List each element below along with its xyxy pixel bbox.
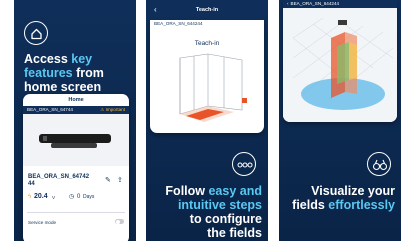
voltage-icon: ϟ xyxy=(28,194,32,200)
device-bar[interactable]: BEA_ORA_SN_644244 xyxy=(150,20,264,28)
days-unit: Days xyxy=(83,194,95,200)
voltage-unit: V xyxy=(52,195,56,200)
headline-visualize-fields: Visualize your fields effortlessly xyxy=(292,184,395,212)
panel-home-screen: Access key features from home screen Hom… xyxy=(14,0,136,241)
panel-visualize: ‹ BEA_ORA_SN_644244 Visualize your fields… xyxy=(279,0,401,241)
device-bar[interactable]: ‹ BEA_ORA_SN_644244 xyxy=(283,0,397,8)
device-bar[interactable]: BEA_ORA_SN_64744 ⚠ Important xyxy=(23,106,129,114)
steps-icon xyxy=(237,162,253,168)
phone-visualize: ‹ BEA_ORA_SN_644244 xyxy=(283,0,397,122)
headline-follow-steps: Follow easy and intuitive steps to confi… xyxy=(165,184,262,240)
teach-in-nav-bar: ‹ Teach-in xyxy=(150,0,264,22)
binoculars-icon-badge xyxy=(367,152,391,176)
3d-field-visualization xyxy=(283,8,397,122)
binoculars-icon xyxy=(372,159,388,171)
sensor-image xyxy=(23,114,129,166)
home-icon-badge xyxy=(24,21,48,45)
days-value: 0 xyxy=(77,194,81,200)
screen-title: Home xyxy=(68,97,84,103)
divider xyxy=(27,212,125,213)
phone-teach-in: BEA_ORA_SN_644244 Teach-in xyxy=(150,20,264,133)
service-mode-label: Service mode xyxy=(28,220,57,225)
home-icon xyxy=(31,28,42,40)
headline-access-features: Access key features from home screen xyxy=(24,52,104,94)
teach-in-title: Teach-in xyxy=(194,40,220,47)
panel-teach-in: ‹ Teach-in BEA_ORA_SN_644244 Teach-in Fo… xyxy=(146,0,268,241)
share-icon[interactable]: ⇪ xyxy=(117,176,123,184)
edit-icon[interactable]: ✎ xyxy=(105,176,111,184)
phone-home-screen: Home BEA_ORA_SN_64744 ⚠ Important BEA_OR… xyxy=(23,94,129,241)
steps-icon-badge xyxy=(232,152,256,176)
service-mode-toggle[interactable] xyxy=(115,219,124,224)
nav-title: Teach-in xyxy=(195,7,219,13)
device-name: BEA_ORA_SN_64742 44 xyxy=(28,174,90,187)
back-arrow-icon: ‹ xyxy=(287,1,289,6)
voltage-value: 20.4 xyxy=(34,193,48,200)
clock-icon: ◷ xyxy=(69,194,75,200)
door-field-illustration xyxy=(179,53,247,122)
